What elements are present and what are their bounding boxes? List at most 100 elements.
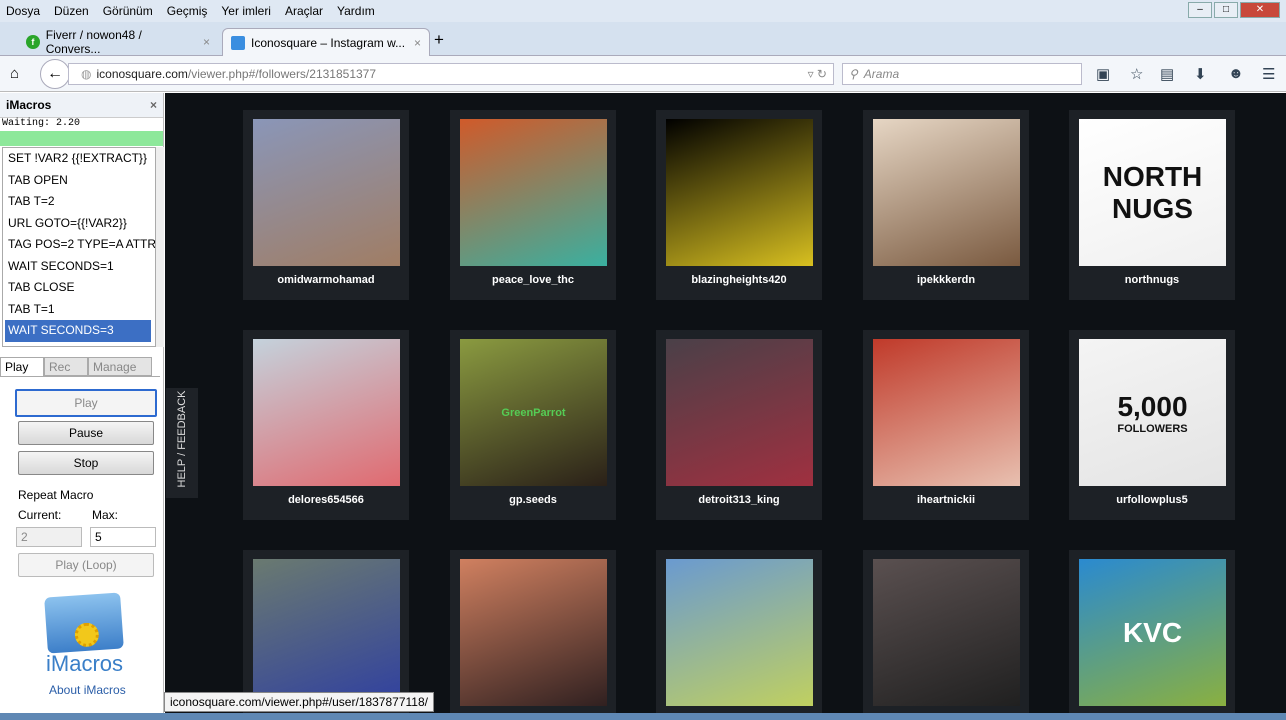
follower-card[interactable]	[656, 550, 822, 720]
follower-avatar[interactable]	[253, 559, 400, 706]
macro-line[interactable]: TAB T=2	[3, 191, 155, 213]
follower-card[interactable]: peace_love_thc	[450, 110, 616, 300]
back-button[interactable]: ←	[40, 59, 70, 89]
follower-username[interactable]: northnugs	[1069, 274, 1235, 286]
play-loop-button[interactable]: Play (Loop)	[18, 553, 154, 577]
menu-bar: Dosya Düzen Görünüm Geçmiş Yer imleri Araçlar…	[0, 0, 1286, 22]
menu-item[interactable]: Dosya	[6, 4, 40, 18]
follower-avatar[interactable]	[460, 119, 607, 266]
tab-iconosquare[interactable]: Iconosquare – Instagram w... ×	[222, 28, 430, 56]
tab-label: Fiverr / nowon48 / Convers...	[45, 28, 142, 56]
menu-item[interactable]: Yer imleri	[221, 4, 271, 18]
follower-avatar[interactable]	[666, 559, 813, 706]
macro-line[interactable]: TAB OPEN	[3, 170, 155, 192]
macro-line[interactable]: TAB CLOSE	[3, 277, 155, 299]
follower-card[interactable]: KVC	[1069, 550, 1235, 720]
follower-card[interactable]: delores654566	[243, 330, 409, 520]
imacros-logo-text: iMacros	[46, 651, 124, 676]
about-imacros-link[interactable]: About iMacros	[49, 683, 126, 697]
follower-avatar[interactable]	[666, 119, 813, 266]
follower-card[interactable]: ipekkkerdn	[863, 110, 1029, 300]
follower-username[interactable]: ipekkkerdn	[863, 274, 1029, 286]
follower-avatar[interactable]: NORTH NUGS	[1079, 119, 1226, 266]
search-placeholder: Arama	[863, 67, 900, 81]
follower-username[interactable]: delores654566	[243, 494, 409, 506]
download-icon[interactable]: ⬇	[1194, 65, 1207, 83]
tab-rec[interactable]: Rec	[44, 357, 88, 376]
pause-button[interactable]: Pause	[18, 421, 154, 445]
imacros-logo-icon	[44, 592, 124, 654]
url-bar[interactable]: ◍ iconosquare.com/viewer.php#/followers/2…	[68, 63, 834, 85]
follower-card[interactable]	[450, 550, 616, 720]
menu-item[interactable]: Görünüm	[103, 4, 153, 18]
menu-item[interactable]: Düzen	[54, 4, 89, 18]
minimize-button[interactable]: –	[1188, 2, 1212, 18]
macro-list[interactable]: SET !VAR2 {{!EXTRACT}} TAB OPEN TAB T=2 URL…	[2, 147, 156, 347]
reload-icon[interactable]: ▿ ↻	[808, 67, 833, 81]
follower-username[interactable]: blazingheights420	[656, 274, 822, 286]
tab-manage[interactable]: Manage	[88, 357, 152, 376]
max-field[interactable]: 5	[90, 527, 156, 547]
follower-card[interactable]: 5,000 FOLLOWERS urfollowplus5	[1069, 330, 1235, 520]
menu-icon[interactable]: ☰	[1262, 65, 1275, 83]
macro-line[interactable]: URL GOTO={{!VAR2}}	[3, 213, 155, 235]
follower-card[interactable]: detroit313_king	[656, 330, 822, 520]
follower-avatar[interactable]	[873, 559, 1020, 706]
avatar-overlay-text: NORTH	[1102, 160, 1203, 192]
follower-card[interactable]: NORTH NUGS northnugs	[1069, 110, 1235, 300]
help-label: HELP / FEEDBACK	[176, 390, 188, 488]
close-window-button[interactable]: ✕	[1240, 2, 1280, 18]
follower-avatar[interactable]: 5,000 FOLLOWERS	[1079, 339, 1226, 486]
stop-button[interactable]: Stop	[18, 451, 154, 475]
close-icon[interactable]: ×	[150, 98, 157, 112]
follower-username[interactable]: iheartnickii	[863, 494, 1029, 506]
macro-line[interactable]: SET !VAR2 {{!EXTRACT}}	[3, 148, 155, 170]
follower-card[interactable]	[863, 550, 1029, 720]
play-button[interactable]: Play	[15, 389, 157, 417]
close-tab-icon[interactable]: ×	[203, 35, 210, 49]
menu-item[interactable]: Geçmiş	[167, 4, 208, 18]
follower-avatar[interactable]	[873, 339, 1020, 486]
macro-line[interactable]: TAG POS=2 TYPE=A ATTR...	[3, 234, 155, 256]
follower-card[interactable]: GreenParrot gp.seeds	[450, 330, 616, 520]
follower-card[interactable]: blazingheights420	[656, 110, 822, 300]
follower-avatar[interactable]	[253, 119, 400, 266]
follower-username[interactable]: detroit313_king	[656, 494, 822, 506]
home-icon[interactable]: ⌂	[10, 65, 19, 82]
macro-line[interactable]: WAIT SECONDS=3	[5, 320, 151, 342]
follower-username[interactable]: omidwarmohamad	[243, 274, 409, 286]
follower-avatar[interactable]	[666, 339, 813, 486]
close-tab-icon[interactable]: ×	[414, 36, 421, 50]
avatar-overlay-text: 5,000	[1117, 390, 1188, 422]
menu-item[interactable]: Araçlar	[285, 4, 323, 18]
tab-fiverr[interactable]: f Fiverr / nowon48 / Convers... ×	[18, 28, 218, 56]
bookmarks-list-icon[interactable]: ▤	[1160, 65, 1174, 83]
maximize-button[interactable]: □	[1214, 2, 1238, 18]
macro-line[interactable]: WAIT SECONDS=1	[3, 256, 155, 278]
macro-scrollbar[interactable]	[156, 147, 164, 347]
imacros-tabs: Play Rec Manage	[0, 357, 160, 377]
followers-grid: omidwarmohamad peace_love_thc blazingheigh…	[165, 93, 1286, 720]
macro-line[interactable]: TAB T=1	[3, 299, 155, 321]
follower-username[interactable]: gp.seeds	[450, 494, 616, 506]
tab-play[interactable]: Play	[0, 357, 44, 376]
menu-item[interactable]: Yardım	[337, 4, 375, 18]
follower-username[interactable]: urfollowplus5	[1069, 494, 1235, 506]
follower-avatar[interactable]	[460, 559, 607, 706]
follower-card[interactable]: iheartnickii	[863, 330, 1029, 520]
current-label: Current:	[18, 508, 62, 522]
follower-avatar[interactable]	[253, 339, 400, 486]
follower-card[interactable]: omidwarmohamad	[243, 110, 409, 300]
imacros-toolbar-icon[interactable]: ▣	[1096, 65, 1110, 83]
chat-icon[interactable]: ☻	[1228, 65, 1244, 82]
help-feedback-button[interactable]: HELP / FEEDBACK	[166, 388, 198, 498]
bookmark-star-icon[interactable]: ☆	[1130, 65, 1143, 83]
follower-avatar[interactable]: KVC	[1079, 559, 1226, 706]
follower-avatar[interactable]: GreenParrot	[460, 339, 607, 486]
search-input[interactable]: ⚲ Arama	[842, 63, 1082, 85]
new-tab-button[interactable]: +	[434, 30, 444, 50]
search-icon: ⚲	[849, 67, 858, 81]
follower-username[interactable]: peace_love_thc	[450, 274, 616, 286]
repeat-macro-label: Repeat Macro	[18, 488, 94, 502]
follower-avatar[interactable]	[873, 119, 1020, 266]
